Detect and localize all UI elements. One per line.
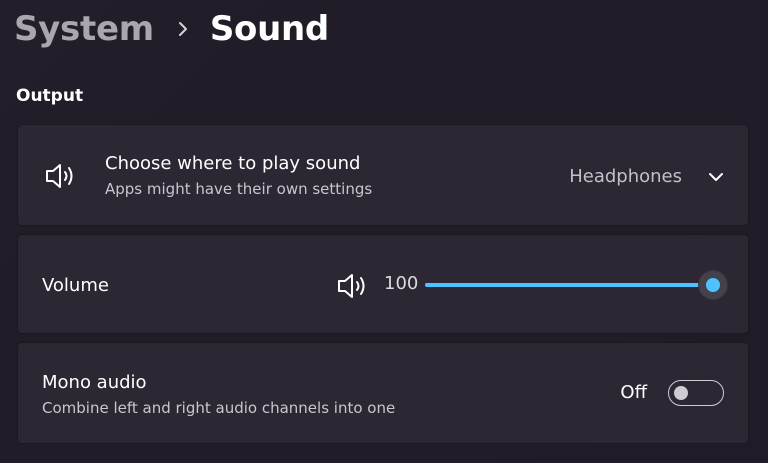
speaker-icon[interactable]: [336, 271, 370, 301]
chevron-down-icon: [708, 167, 724, 186]
output-device-title: Choose where to play sound: [105, 153, 361, 174]
mono-audio-title: Mono audio: [42, 372, 147, 393]
volume-card: Volume 100: [17, 234, 749, 334]
volume-slider[interactable]: [425, 269, 731, 301]
volume-label: Volume: [42, 275, 109, 296]
mono-audio-state-label: Off: [620, 382, 647, 403]
speaker-icon: [44, 161, 78, 191]
output-device-selected: Headphones: [569, 165, 682, 187]
section-title-output: Output: [16, 86, 84, 106]
mono-audio-toggle-knob: [674, 386, 688, 400]
mono-audio-card: Mono audio Combine left and right audio …: [17, 342, 749, 444]
output-device-subtitle: Apps might have their own settings: [105, 180, 373, 198]
page-title: Sound: [209, 9, 329, 49]
chevron-right-icon: [178, 21, 188, 37]
output-device-card[interactable]: Choose where to play sound Apps might ha…: [17, 124, 749, 226]
volume-slider-thumb[interactable]: [699, 271, 727, 299]
breadcrumb-system[interactable]: System: [14, 9, 154, 49]
volume-slider-track[interactable]: [425, 271, 727, 299]
mono-audio-toggle[interactable]: [668, 380, 724, 406]
volume-value: 100: [384, 273, 419, 294]
output-device-dropdown[interactable]: Headphones: [569, 161, 724, 191]
breadcrumb: System Sound: [14, 6, 329, 52]
mono-audio-subtitle: Combine left and right audio channels in…: [42, 399, 396, 417]
volume-slider-fill: [425, 283, 713, 287]
